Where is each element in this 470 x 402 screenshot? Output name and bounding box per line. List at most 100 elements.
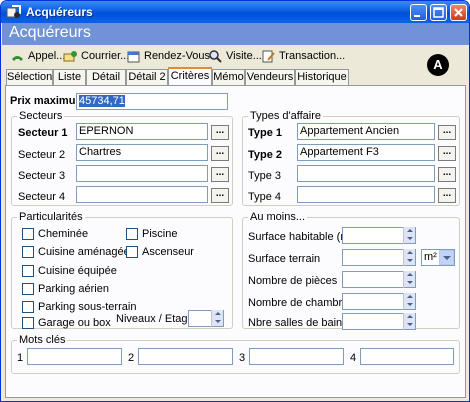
phone-icon (12, 55, 23, 61)
particularites-legend: Particularités (17, 211, 85, 223)
type-4-input[interactable] (297, 186, 435, 203)
tab-criteres[interactable]: Critères (168, 67, 212, 86)
cuisine-amenagee-checkbox[interactable] (22, 246, 34, 258)
spin-up-icon[interactable] (404, 313, 415, 321)
maximize-icon (433, 7, 444, 18)
tab-detail-2[interactable]: Détail 2 (126, 69, 168, 85)
type-4-label: Type 4 (248, 191, 282, 203)
type-2-input[interactable]: Appartement F3 (297, 144, 435, 161)
secteur-4-label: Secteur 4 (18, 191, 66, 203)
courrier-label: Courrier... (81, 50, 130, 62)
courrier-button[interactable]: Courrier... (63, 48, 129, 64)
mail-icon (63, 50, 77, 61)
cuisine-amenagee-label: Cuisine aménagée (38, 246, 130, 258)
window-title: Acquéreurs (26, 5, 93, 19)
surface-terrain-label: Surface terrain (248, 253, 321, 265)
mots-cles-group: Mots clés 1 2 3 4 (11, 334, 460, 374)
piscine-label: Piscine (142, 228, 178, 240)
rendez-vous-button[interactable]: Rendez-Vous... (126, 48, 219, 64)
spin-up-icon[interactable] (404, 293, 415, 301)
type-1-browse-button[interactable]: ... (438, 125, 456, 140)
salles-de-bain-label: Nbre salles de bain (248, 317, 343, 329)
garage-box-checkbox[interactable] (22, 317, 34, 329)
transaction-label: Transaction... (279, 50, 346, 62)
nombre-pieces-spinner[interactable] (403, 271, 415, 288)
maximize-button[interactable] (430, 4, 447, 21)
spin-down-icon[interactable] (404, 301, 415, 309)
mot-cle-1-input[interactable] (27, 348, 122, 365)
mot-cle-2-input[interactable] (138, 348, 233, 365)
secteur-4-input[interactable] (76, 186, 208, 203)
piscine-checkbox[interactable] (126, 228, 138, 240)
minimize-button[interactable] (410, 4, 427, 21)
surface-habitable-label: Surface habitable (m²) (248, 231, 357, 243)
close-button[interactable] (450, 4, 467, 21)
secteur-3-input[interactable] (76, 165, 208, 182)
tab-selection[interactable]: Sélection (6, 69, 53, 85)
parking-aerien-checkbox[interactable] (22, 283, 34, 295)
visite-label: Visite... (226, 50, 262, 62)
calendar-icon (127, 51, 140, 62)
transaction-button[interactable]: Transaction... (261, 48, 345, 64)
mot-cle-3-input[interactable] (249, 348, 344, 365)
surface-habitable-spinner[interactable] (403, 227, 415, 244)
mot-cle-4-input[interactable] (360, 348, 454, 365)
cuisine-equipee-label: Cuisine équipée (38, 265, 117, 277)
tab-memo[interactable]: Mémo (212, 69, 245, 85)
spin-up-icon[interactable] (404, 249, 415, 257)
particularites-group: Particularités Cheminée Cuisine aménagée… (11, 211, 233, 329)
parking-sous-terrain-checkbox[interactable] (22, 301, 34, 313)
spin-up-icon[interactable] (404, 227, 415, 235)
type-3-label: Type 3 (248, 170, 282, 182)
secteur-2-input[interactable]: Chartres (76, 144, 208, 161)
surface-terrain-spinner[interactable] (403, 249, 415, 266)
type-3-input[interactable] (297, 165, 435, 182)
module-header: Acquéreurs (2, 23, 469, 45)
tab-detail[interactable]: Détail (86, 69, 126, 85)
spin-up-icon[interactable] (404, 271, 415, 279)
appel-button[interactable]: Appel... (10, 48, 65, 64)
secteurs-legend: Secteurs (17, 110, 65, 122)
spin-down-icon[interactable] (212, 318, 223, 326)
secteurs-group: Secteurs Secteur 1 EPERNON ... Secteur 2… (11, 110, 233, 206)
type-3-browse-button[interactable]: ... (438, 167, 456, 182)
salles-de-bain-spinner[interactable] (403, 313, 415, 330)
close-icon (454, 8, 463, 17)
cheminee-checkbox[interactable] (22, 228, 34, 240)
cuisine-equipee-checkbox[interactable] (22, 265, 34, 277)
type-1-label: Type 1 (248, 127, 283, 139)
type-4-browse-button[interactable]: ... (438, 188, 456, 203)
au-moins-group: Au moins... Surface habitable (m²) Surfa… (242, 211, 460, 330)
minimize-icon (414, 15, 420, 17)
tab-liste[interactable]: Liste (53, 69, 86, 85)
secteur-4-browse-button[interactable]: ... (211, 188, 229, 203)
spin-down-icon[interactable] (404, 257, 415, 265)
tab-historique[interactable]: Historique (295, 69, 349, 85)
type-1-input[interactable]: Appartement Ancien (297, 123, 435, 140)
secteur-1-input[interactable]: EPERNON (76, 123, 208, 140)
tab-vendeurs[interactable]: Vendeurs (245, 69, 295, 85)
spin-up-icon[interactable] (212, 310, 223, 318)
ascenseur-label: Ascenseur (142, 246, 194, 258)
secteur-2-browse-button[interactable]: ... (211, 146, 229, 161)
spin-down-icon[interactable] (404, 235, 415, 243)
type-2-browse-button[interactable]: ... (438, 146, 456, 161)
visite-button[interactable]: Visite... (208, 48, 262, 64)
chevron-down-icon[interactable] (439, 250, 454, 265)
title-bar[interactable]: Acquéreurs (1, 1, 469, 23)
spin-down-icon[interactable] (404, 321, 415, 329)
nombre-pieces-label: Nombre de pièces (248, 275, 338, 287)
criteres-panel: Prix maximum 45734,71 Secteurs Secteur 1… (5, 85, 466, 398)
secteur-1-browse-button[interactable]: ... (211, 125, 229, 140)
module-title: Acquéreurs (9, 24, 91, 41)
niveaux-etage-spinner[interactable] (211, 310, 223, 327)
magnifier-icon (209, 49, 222, 63)
mot-cle-4-label: 4 (350, 352, 357, 364)
prix-maximum-input[interactable]: 45734,71 (76, 93, 228, 110)
garage-box-label: Garage ou box (38, 317, 111, 329)
appel-label: Appel... (28, 50, 66, 62)
spin-down-icon[interactable] (404, 279, 415, 287)
nombre-chambres-spinner[interactable] (403, 293, 415, 310)
ascenseur-checkbox[interactable] (126, 246, 138, 258)
secteur-3-browse-button[interactable]: ... (211, 167, 229, 182)
